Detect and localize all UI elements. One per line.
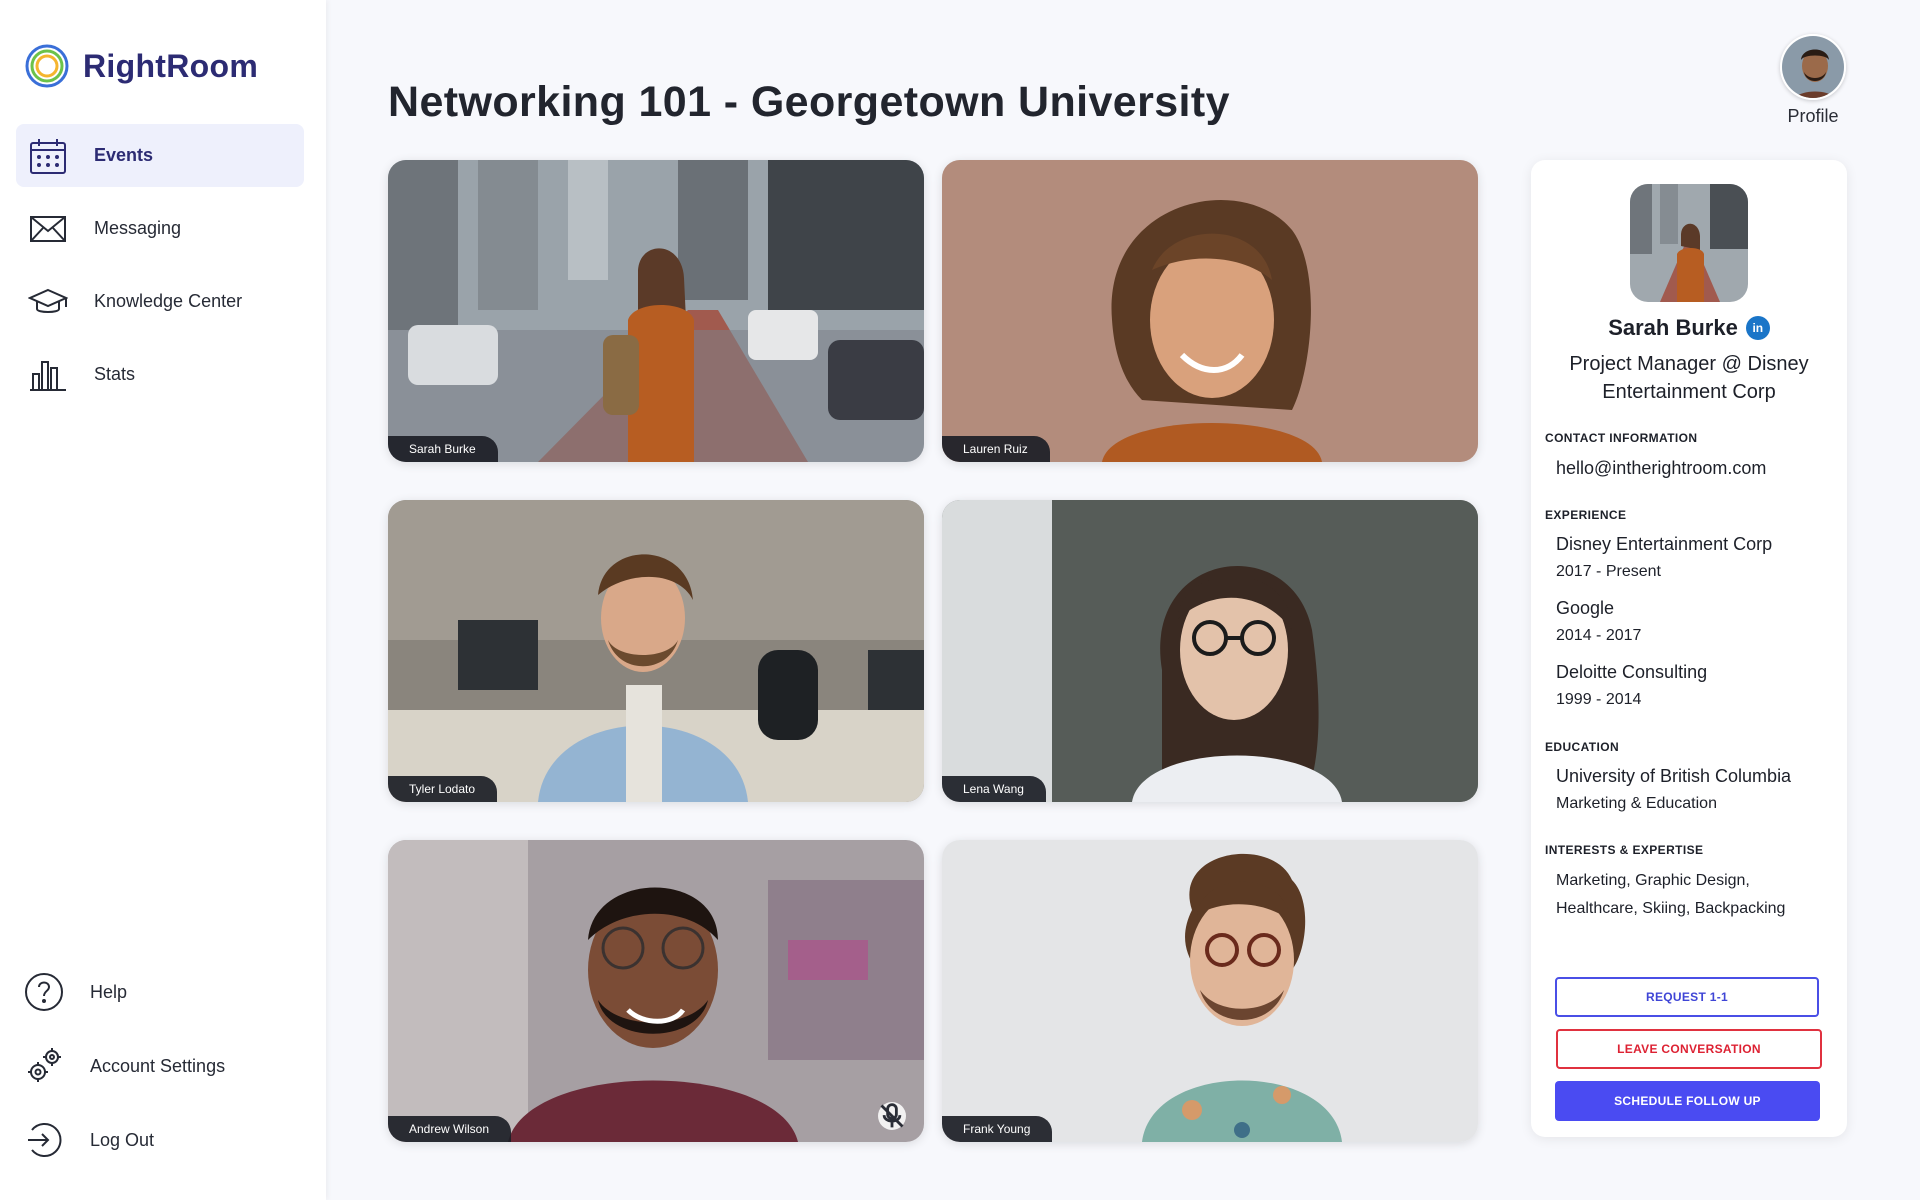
video-tile[interactable]: Lauren Ruiz — [942, 160, 1478, 462]
experience-years: 1999 - 2014 — [1556, 691, 1642, 708]
education-heading: EDUCATION — [1545, 740, 1620, 754]
video-tile[interactable]: Frank Young — [942, 840, 1478, 1142]
video-tile[interactable]: Tyler Lodato — [388, 500, 924, 802]
participant-name: Tyler Lodato — [388, 776, 498, 802]
calendar-icon — [28, 136, 68, 176]
interests-heading: INTERESTS & EXPERTISE — [1545, 843, 1704, 857]
participant-name: Lena Wang — [942, 776, 1046, 802]
profile-role: Project Manager @ Disney Entertainment C… — [1569, 353, 1809, 403]
logout-icon — [24, 1120, 64, 1160]
video-feed — [388, 500, 924, 802]
interests-text: Marketing, Graphic Design, Healthcare, S… — [1556, 872, 1786, 917]
linkedin-icon[interactable]: in — [1745, 316, 1770, 340]
nav-item-stats[interactable]: Stats — [16, 343, 304, 406]
experience-company: Disney Entertainment Corp — [1556, 534, 1773, 554]
video-feed — [388, 840, 924, 1142]
contact-email[interactable]: hello@intherightroom.com — [1556, 458, 1766, 479]
nav-label: Events — [94, 145, 154, 165]
video-feed — [942, 160, 1478, 462]
nav-item-messaging[interactable]: Messaging — [16, 197, 304, 260]
nav-item-account-settings[interactable]: Account Settings — [20, 1034, 308, 1098]
profile-photo — [1630, 184, 1748, 302]
mic-muted-icon — [878, 1102, 906, 1130]
secondary-nav: Help Account Settings Log Out — [20, 960, 308, 1182]
participant-name: Frank Young — [942, 1116, 1053, 1142]
nav-item-help[interactable]: Help — [20, 960, 308, 1024]
nav-item-knowledge-center[interactable]: Knowledge Center — [16, 270, 304, 333]
schedule-follow-up-button[interactable]: SCHEDULE FOLLOW UP — [1555, 1081, 1820, 1121]
sidebar: RightRoom Events Messaging Knowledge Cen… — [0, 0, 326, 1200]
nav-label: Stats — [94, 364, 136, 384]
page-title: Networking 101 - Georgetown University — [388, 78, 1230, 126]
contact-heading: CONTACT INFORMATION — [1545, 431, 1698, 445]
avatar — [1780, 34, 1846, 100]
experience-company: Deloitte Consulting — [1556, 662, 1708, 682]
experience-heading: EXPERIENCE — [1545, 508, 1627, 522]
video-feed — [942, 840, 1478, 1142]
profile-panel: Sarah Burke in Project Manager @ Disney … — [1531, 160, 1847, 1137]
logo-rings-icon — [25, 44, 69, 88]
nav-label: Account Settings — [90, 1055, 226, 1076]
profile-label: Profile — [1787, 106, 1839, 126]
main-nav: Events Messaging Knowledge Center Stats — [16, 124, 304, 416]
video-tile[interactable]: Andrew Wilson — [388, 840, 924, 1142]
app-logo[interactable]: RightRoom — [25, 44, 258, 88]
nav-item-events[interactable]: Events — [16, 124, 304, 187]
leave-conversation-button[interactable]: LEAVE CONVERSATION — [1556, 1029, 1822, 1069]
nav-item-log-out[interactable]: Log Out — [20, 1108, 308, 1172]
video-feed — [388, 160, 924, 462]
gears-icon — [24, 1046, 64, 1086]
profile-name: Sarah Burke — [1608, 315, 1738, 340]
participant-name: Lauren Ruiz — [942, 436, 1050, 462]
participant-name: Andrew Wilson — [388, 1116, 512, 1142]
bar-chart-icon — [28, 355, 68, 395]
profile-button[interactable]: Profile — [1774, 34, 1852, 127]
nav-label: Help — [90, 981, 128, 1002]
experience-company: Google — [1556, 598, 1615, 618]
nav-label: Messaging — [94, 218, 182, 238]
experience-years: 2017 - Present — [1556, 563, 1661, 580]
video-tile[interactable]: Sarah Burke — [388, 160, 924, 462]
profile-name-row: Sarah Burke in — [1531, 315, 1847, 341]
experience-years: 2014 - 2017 — [1556, 627, 1642, 644]
education-school: University of British Columbia — [1556, 766, 1792, 786]
video-tile[interactable]: Lena Wang — [942, 500, 1478, 802]
nav-label: Log Out — [90, 1129, 155, 1150]
envelope-icon — [28, 209, 68, 249]
participant-name: Sarah Burke — [388, 436, 498, 462]
question-icon — [24, 972, 64, 1012]
app-name: RightRoom — [83, 47, 259, 84]
nav-label: Knowledge Center — [94, 291, 243, 311]
graduation-cap-icon — [28, 282, 68, 322]
education-field: Marketing & Education — [1556, 795, 1717, 812]
request-1-1-button[interactable]: REQUEST 1-1 — [1555, 977, 1819, 1017]
video-feed — [942, 500, 1478, 802]
